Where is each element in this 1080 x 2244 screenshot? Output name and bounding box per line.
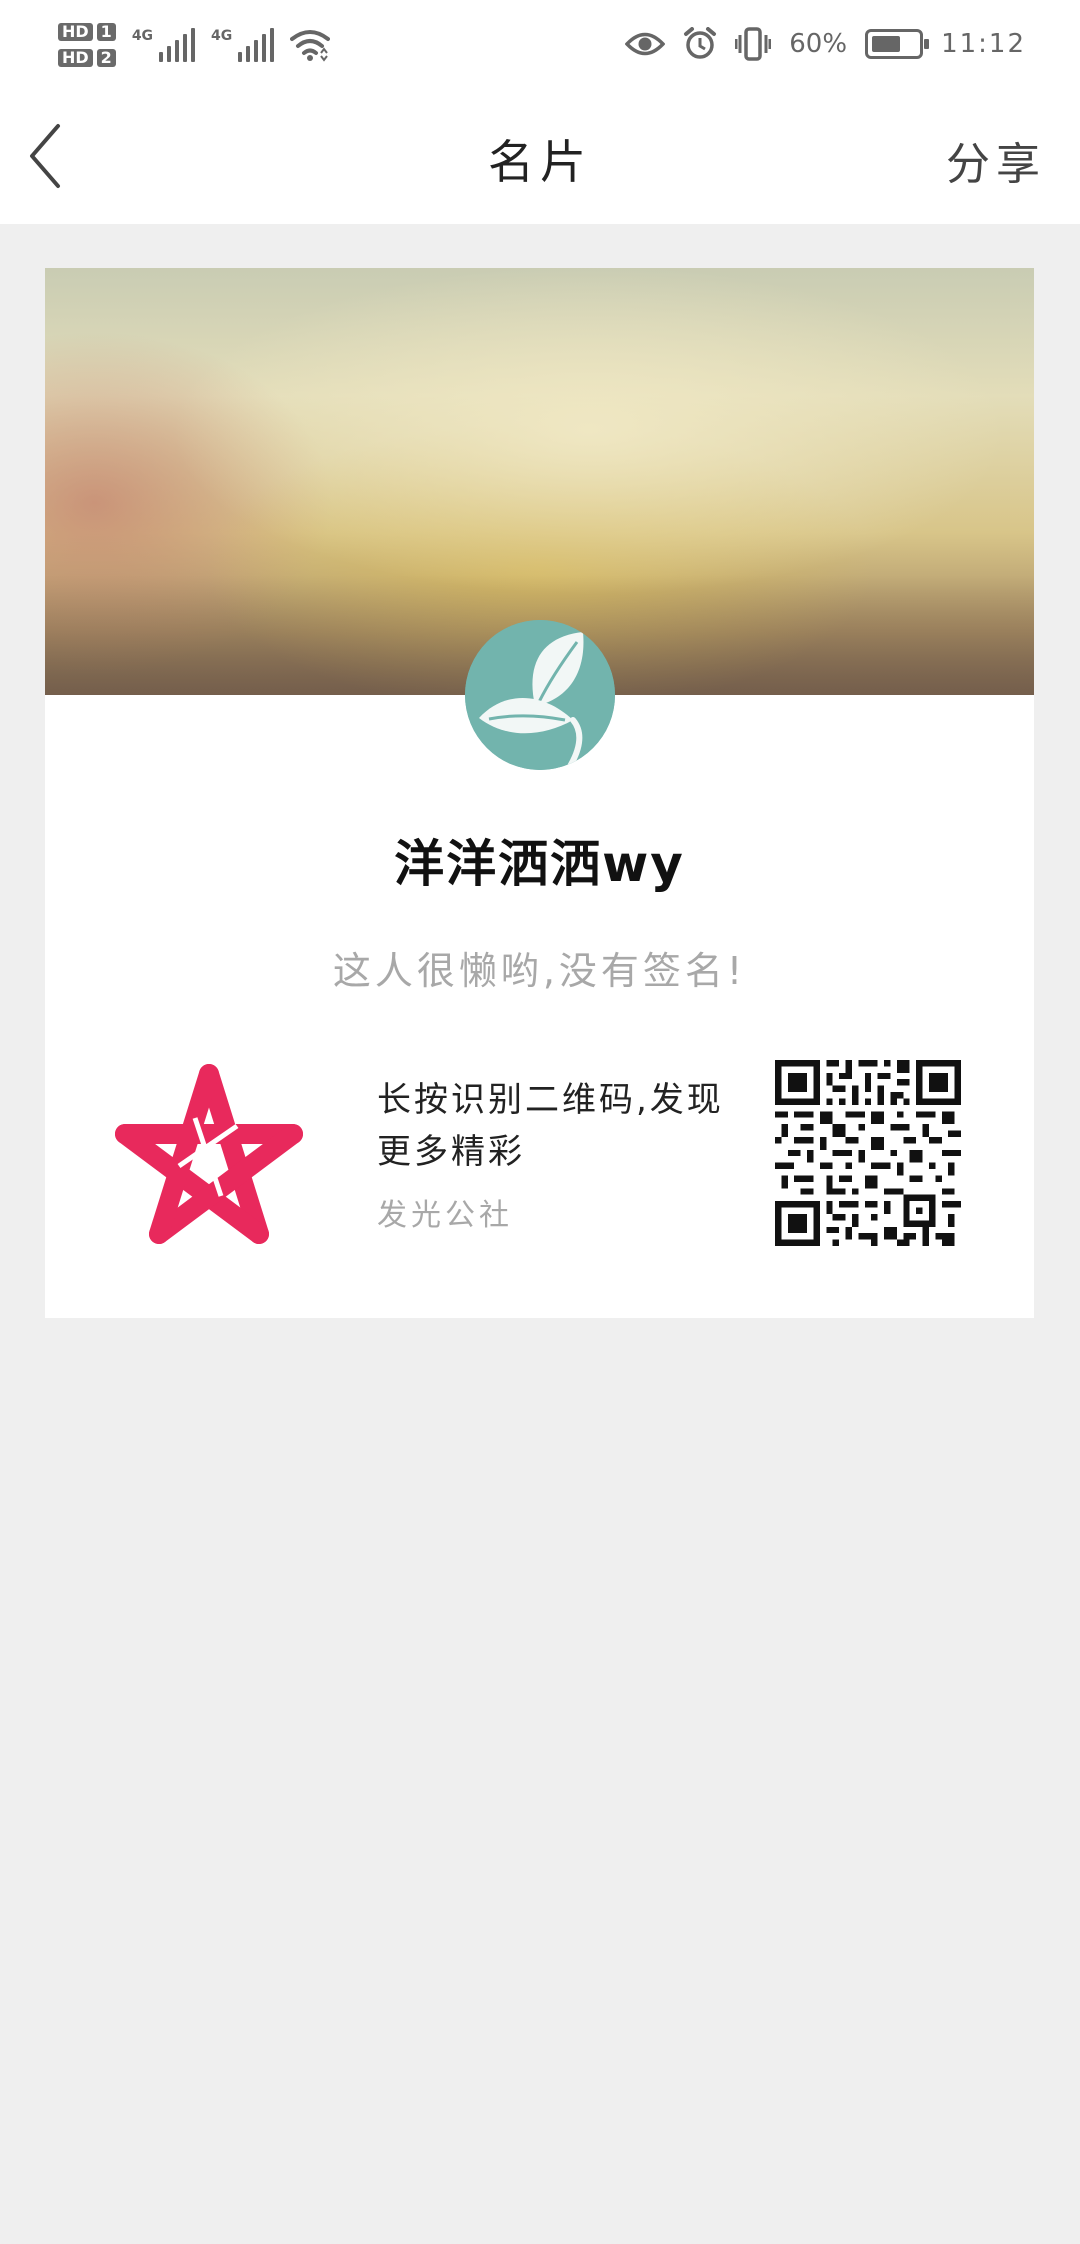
business-card: 洋洋洒洒wy 这人很懒哟,没有签名! 长按识别二维码,发现更多精彩 发光公社 [45,268,1034,1318]
signal-strength-icon: 4G [131,28,196,62]
hd-badge-2: HD 2 [58,49,116,67]
title-bar: 名片 分享 [0,88,1080,224]
share-button[interactable]: 分享 [946,128,1046,192]
org-name: 发光公社 [377,1198,513,1233]
page-title: 名片 [488,135,592,189]
username: 洋洋洒洒wy [394,835,685,893]
signature-text: 这人很懒哟,没有签名! [332,949,747,993]
status-bar: HD 1 HD 2 4G 4G 60% 11:12 [0,0,1080,88]
qr-hint-text: 长按识别二维码,发现更多精彩 [377,1080,724,1172]
sim-label: 2 [96,49,116,67]
hd-label: HD [58,23,93,41]
star-logo-icon [109,1056,309,1256]
hd-label: HD [58,49,93,67]
battery-percent: 60% [789,29,848,59]
signal-strength-icon: 4G [211,28,275,62]
avatar[interactable] [465,620,615,770]
vibrate-icon [735,27,772,61]
sim-label: 1 [96,23,116,41]
battery-icon [865,29,930,59]
eye-icon [625,31,666,57]
network-type-label: 4G [131,28,154,44]
hd-indicators: HD 1 HD 2 [58,23,116,67]
leaf-avatar-icon [465,620,615,770]
hd-badge-1: HD 1 [58,23,116,41]
alarm-icon [683,27,717,61]
clock: 11:12 [941,29,1026,59]
network-type-label: 4G [211,28,233,44]
wifi-icon [290,28,331,62]
status-bar-left: HD 1 HD 2 4G 4G [58,10,331,80]
status-bar-right: 60% 11:12 [625,12,1026,76]
qr-code-icon[interactable] [775,1060,961,1246]
